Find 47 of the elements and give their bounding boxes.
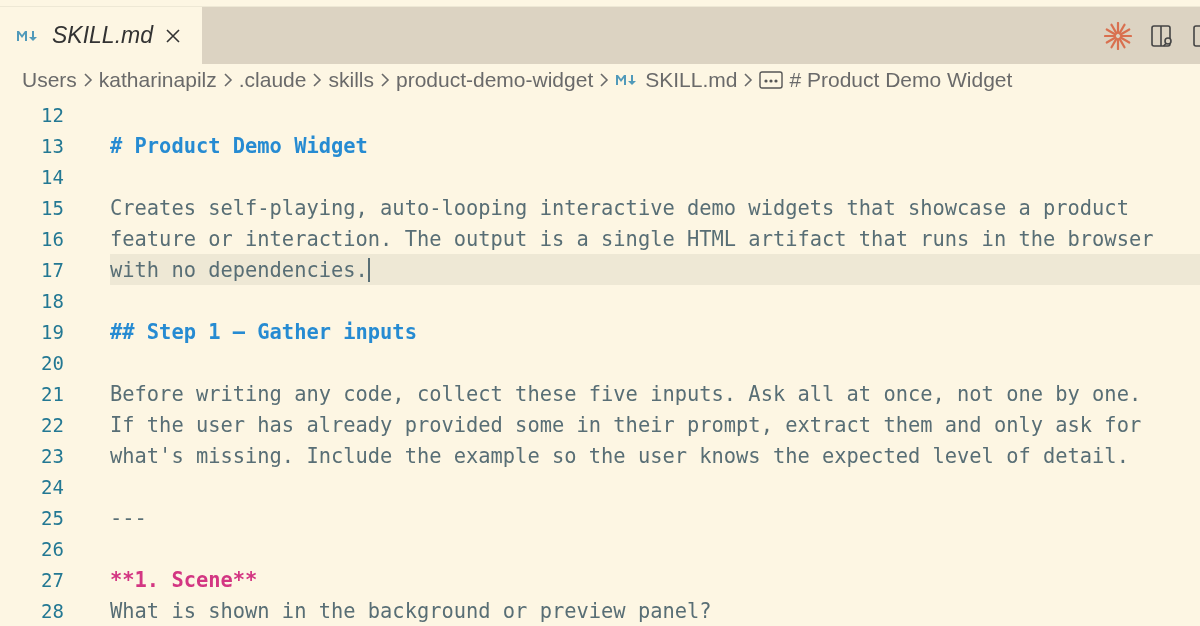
chevron-right-icon bbox=[379, 72, 390, 88]
code-line: --- bbox=[110, 505, 147, 530]
markdown-icon bbox=[16, 29, 40, 42]
code-line: Before writing any code, collect these five inputs. Ask all at once, not one by one. bbox=[110, 381, 1142, 406]
line-number: 17 bbox=[40, 258, 64, 281]
line-number: 15 bbox=[40, 196, 64, 219]
line-number: 24 bbox=[40, 475, 64, 498]
line-number: 16 bbox=[40, 227, 64, 250]
line-number: 20 bbox=[40, 351, 64, 374]
breadcrumb-item[interactable]: product-demo-widget bbox=[395, 68, 594, 92]
line-number: 23 bbox=[40, 444, 64, 467]
code-line: If the user has already provided some in their prompt, extract them and only ask for bbox=[110, 412, 1142, 437]
line-number: 25 bbox=[40, 506, 64, 529]
code-line: What is shown in the background or preview panel? bbox=[110, 598, 712, 623]
chevron-right-icon bbox=[222, 72, 233, 88]
breadcrumb-item[interactable]: .claude bbox=[238, 68, 307, 92]
symbol-string-icon bbox=[759, 71, 784, 89]
breadcrumb-item[interactable]: Users bbox=[22, 68, 77, 92]
preview-icon[interactable] bbox=[1150, 23, 1174, 48]
code-line: Creates self-playing, auto-looping interactive demo widgets that showcase a product bbox=[110, 195, 1129, 220]
breadcrumb-item[interactable]: # Product Demo Widget bbox=[789, 68, 1013, 92]
code-line: feature or interaction. The output is a single HTML artifact that runs in the browser bbox=[110, 226, 1154, 251]
line-number: 13 bbox=[40, 134, 64, 157]
breadcrumb-item[interactable]: SKILL.md bbox=[645, 68, 738, 92]
line-number: 26 bbox=[40, 537, 64, 560]
text-cursor bbox=[367, 257, 370, 282]
chevron-right-icon bbox=[599, 72, 610, 88]
chevron-right-icon bbox=[82, 72, 93, 88]
breadcrumb-item[interactable]: skills bbox=[328, 68, 374, 92]
line-number: 14 bbox=[40, 165, 64, 188]
line-number: 28 bbox=[40, 599, 64, 622]
code-line: with no dependencies. bbox=[110, 257, 368, 282]
breadcrumb-item[interactable]: katharinapilz bbox=[98, 68, 217, 92]
line-number: 22 bbox=[40, 413, 64, 436]
line-number: 21 bbox=[40, 382, 64, 405]
close-icon[interactable] bbox=[165, 27, 181, 44]
bold-text: **1. Scene** bbox=[110, 567, 258, 592]
markdown-heading: # Product Demo Widget bbox=[110, 133, 368, 158]
markdown-heading: ## Step 1 — Gather inputs bbox=[110, 319, 417, 344]
line-number: 18 bbox=[40, 289, 64, 312]
chevron-right-icon bbox=[743, 72, 754, 88]
editor-tab[interactable]: SKILL.md bbox=[0, 7, 202, 64]
code-line: what's missing. Include the example so the user knows the expected level of detail. bbox=[110, 443, 1129, 468]
line-number: 27 bbox=[40, 568, 64, 591]
line-number: 19 bbox=[40, 320, 64, 343]
line-number: 12 bbox=[40, 103, 64, 126]
chevron-right-icon bbox=[312, 72, 323, 88]
